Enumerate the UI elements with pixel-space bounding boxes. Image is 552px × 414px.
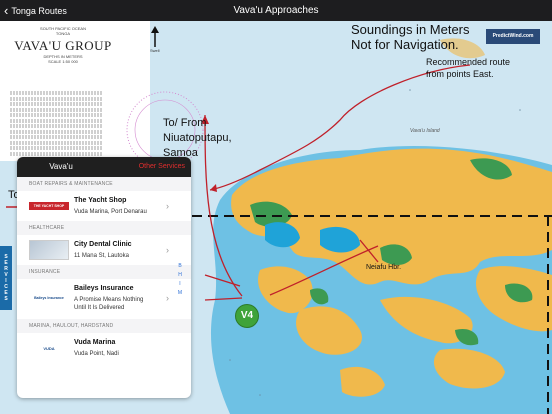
list-item-baileys-insurance[interactable]: Baileys Insurance Baileys Insurance A Pr… — [17, 279, 191, 319]
chart-group-title: VAVA'U GROUP — [14, 38, 112, 53]
section-header: INSURANCE — [17, 265, 191, 279]
list-item-subtitle: Vuda Point, Nadi — [74, 351, 119, 357]
waypoint-marker[interactable]: V4 — [235, 304, 259, 328]
section-header: BOAT REPAIRS & MAINTENANCE — [17, 177, 191, 191]
page-title: Vava'u Approaches — [233, 5, 319, 16]
list-item-city-dental[interactable]: City Dental Clinic 11 Mana St, Lautoka › — [17, 235, 191, 265]
north-arrow-label: Swell — [150, 48, 160, 53]
soundings-note: Soundings in Meters Not for Navigation. — [351, 22, 470, 52]
section-header: MARINA, HAULOUT, HARDSTAND — [17, 319, 191, 333]
list-item-vuda-marina[interactable]: VUDA Vuda Marina Vuda Point, Nadi — [17, 333, 191, 363]
recommended-route-note: Recommended route from points East. — [426, 57, 511, 79]
country-note: TONGA — [55, 31, 71, 36]
chevron-right-icon: › — [166, 201, 169, 211]
yacht-shop-logo: THE YACHT SHOP — [29, 197, 69, 215]
section-index[interactable]: B H I M — [176, 262, 184, 298]
tab-other-services[interactable]: Other Services — [139, 157, 185, 177]
list-item-subtitle: A Promise Means Nothing Until It Is Deli… — [74, 297, 144, 311]
panel-header: Vava'u Other Services — [17, 157, 191, 177]
island-label: Vava'u Island — [410, 128, 440, 134]
vuda-marina-logo: VUDA — [43, 345, 55, 351]
chart-title-block: SOUTH PACIFIC OCEAN TONGA VAVA'U GROUP D… — [8, 26, 118, 64]
list-item-title: The Yacht Shop — [74, 197, 127, 204]
chart-notes — [10, 91, 102, 157]
list-item-subtitle: 11 Mana St, Lautoka — [74, 253, 129, 259]
services-panel: Vava'u Other Services BOAT REPAIRS & MAI… — [17, 157, 191, 398]
index-letter[interactable]: B — [176, 262, 184, 271]
predictwind-logo: PredictWind.com — [486, 29, 540, 44]
to-from-label: To/ From Niuatoputapu, Samoa — [163, 117, 232, 159]
dental-clinic-photo — [29, 240, 69, 260]
index-letter[interactable]: I — [176, 280, 184, 289]
index-letter[interactable]: H — [176, 271, 184, 280]
chevron-right-icon: › — [166, 245, 169, 255]
list-item-subtitle: Vuda Marina, Port Denarau — [74, 209, 147, 215]
section-header: HEALTHCARE — [17, 221, 191, 235]
services-sidebar-tab[interactable]: SERVICES — [0, 246, 12, 310]
list-item-yacht-shop[interactable]: THE YACHT SHOP The Yacht Shop Vuda Marin… — [17, 191, 191, 221]
list-item-title: City Dental Clinic — [74, 241, 132, 248]
harbor-label: Neiafu Hbr. — [366, 264, 402, 271]
index-letter[interactable]: M — [176, 289, 184, 298]
top-nav-bar: ‹ Tonga Routes Vava'u Approaches — [0, 0, 552, 21]
baileys-logo: Baileys Insurance — [34, 296, 64, 300]
chevron-right-icon: › — [166, 293, 169, 303]
list-item-title: Vuda Marina — [74, 339, 116, 346]
scale-note: SCALE 1:50 000 — [48, 59, 78, 64]
tab-vavau[interactable]: Vava'u — [17, 157, 105, 177]
list-item-title: Baileys Insurance — [74, 285, 134, 292]
